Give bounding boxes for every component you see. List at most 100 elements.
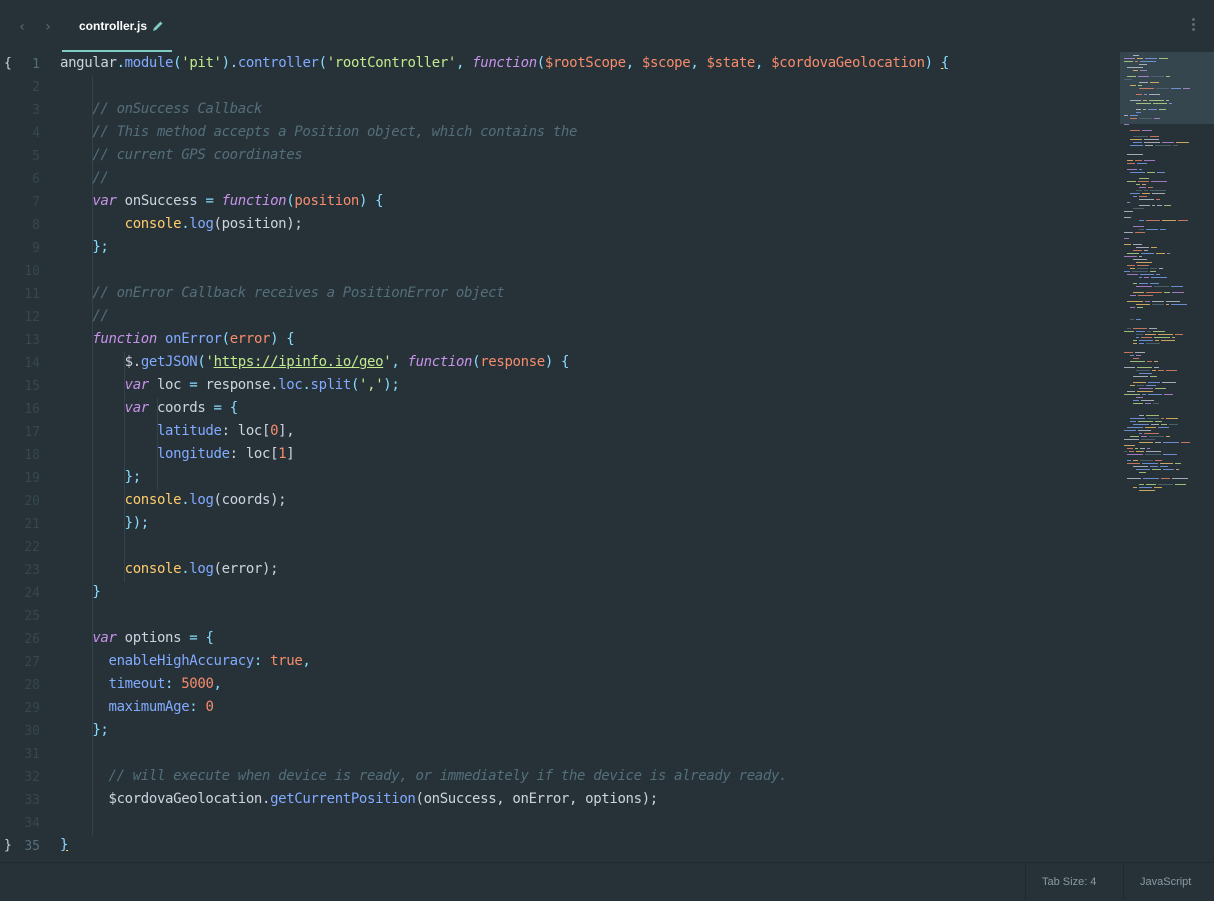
tab-filename: controller.js bbox=[79, 19, 148, 33]
code-token: 5000 bbox=[181, 676, 214, 692]
code-line[interactable]: 10 bbox=[0, 260, 1120, 283]
line-number: 1 bbox=[32, 57, 40, 72]
minimap-line bbox=[1133, 259, 1147, 260]
minimap-line bbox=[1151, 277, 1167, 278]
code-line[interactable]: 3 // onSuccess Callback bbox=[0, 99, 1120, 122]
code-line[interactable]: 32 // will execute when device is ready,… bbox=[0, 766, 1120, 789]
minimap-line bbox=[1136, 331, 1145, 332]
code-line[interactable]: 28 timeout: 5000, bbox=[0, 674, 1120, 697]
code-line[interactable]: 33 $cordovaGeolocation.getCurrentPositio… bbox=[0, 789, 1120, 812]
minimap-line bbox=[1130, 268, 1135, 269]
code-token: : bbox=[189, 699, 206, 715]
minimap-line bbox=[1141, 253, 1154, 254]
minimap-line bbox=[1127, 301, 1143, 302]
minimap-line bbox=[1133, 142, 1142, 143]
syntax-indicator[interactable]: JavaScript bbox=[1123, 863, 1207, 901]
minimap-line bbox=[1143, 478, 1159, 479]
code-line[interactable]: 29 maximumAge: 0 bbox=[0, 697, 1120, 720]
code-line[interactable]: 21 }); bbox=[0, 513, 1120, 536]
code-editor[interactable]: {1 angular.module('pit').controller('root… bbox=[0, 52, 1120, 862]
code-token: = bbox=[189, 377, 206, 393]
minimap-line bbox=[1147, 448, 1150, 449]
code-line[interactable]: 12 // bbox=[0, 306, 1120, 329]
code-token: function bbox=[407, 354, 473, 370]
code-line[interactable]: 14 $.getJSON('https://ipinfo.io/geo', fu… bbox=[0, 352, 1120, 375]
minimap-line bbox=[1130, 421, 1136, 422]
code-token: // bbox=[92, 308, 109, 324]
code-line[interactable]: 25 bbox=[0, 605, 1120, 628]
line-number: 25 bbox=[24, 609, 40, 624]
minimap-line bbox=[1144, 250, 1148, 251]
minimap-line bbox=[1141, 439, 1155, 440]
minimap-line bbox=[1139, 484, 1144, 485]
code-line[interactable]: 5 // current GPS coordinates bbox=[0, 145, 1120, 168]
code-line[interactable]: 11 // onError Callback receives a Positi… bbox=[0, 283, 1120, 306]
code-line[interactable]: {1 angular.module('pit').controller('root… bbox=[0, 53, 1120, 76]
tab-size-indicator[interactable]: Tab Size: 4 bbox=[1025, 863, 1112, 901]
code-line[interactable]: 9 }; bbox=[0, 237, 1120, 260]
chevron-right-icon[interactable]: › bbox=[41, 18, 55, 36]
code-line[interactable]: 20 console.log(coords); bbox=[0, 490, 1120, 513]
chevron-left-icon[interactable]: ‹ bbox=[15, 18, 29, 36]
minimap-line bbox=[1154, 361, 1158, 362]
minimap-line bbox=[1124, 244, 1131, 245]
code-line[interactable]: 6 // bbox=[0, 168, 1120, 191]
code-line[interactable]: 19 }; bbox=[0, 467, 1120, 490]
line-number: 14 bbox=[24, 356, 40, 371]
minimap-line bbox=[1148, 382, 1160, 383]
code-line[interactable]: 16 var coords = { bbox=[0, 398, 1120, 421]
code-token: . bbox=[302, 377, 311, 393]
code-text: // onSuccess Callback bbox=[60, 101, 262, 117]
minimap-line bbox=[1133, 424, 1149, 425]
minimap-line bbox=[1150, 271, 1156, 272]
line-number: 22 bbox=[24, 540, 40, 555]
code-line[interactable]: 15 var loc = response.loc.split(','); bbox=[0, 375, 1120, 398]
more-vertical-icon[interactable] bbox=[1185, 16, 1201, 38]
minimap-line bbox=[1146, 484, 1156, 485]
code-line[interactable]: 26 var options = { bbox=[0, 628, 1120, 651]
code-line[interactable]: 27 enableHighAccuracy: true, bbox=[0, 651, 1120, 674]
minimap[interactable] bbox=[1120, 52, 1214, 862]
code-line[interactable]: 34 bbox=[0, 812, 1120, 835]
code-token: split bbox=[310, 377, 352, 393]
code-token: // onError Callback receives a PositionE… bbox=[92, 285, 505, 301]
minimap-line bbox=[1130, 172, 1145, 173]
code-token: }; bbox=[124, 469, 142, 485]
code-line[interactable]: 31 bbox=[0, 743, 1120, 766]
code-token: ) { bbox=[359, 193, 384, 209]
code-line[interactable]: 7 var onSuccess = function(position) { bbox=[0, 191, 1120, 214]
minimap-line bbox=[1173, 145, 1178, 146]
code-line[interactable]: 23 console.log(error); bbox=[0, 559, 1120, 582]
code-line[interactable]: 30 }; bbox=[0, 720, 1120, 743]
minimap-line bbox=[1139, 343, 1144, 344]
minimap-line bbox=[1130, 130, 1140, 131]
minimap-line bbox=[1151, 424, 1159, 425]
minimap-line bbox=[1127, 454, 1143, 455]
code-line[interactable]: 4 // This method accepts a Position obje… bbox=[0, 122, 1120, 145]
code-line[interactable]: 8 console.log(position); bbox=[0, 214, 1120, 237]
minimap-line bbox=[1130, 145, 1143, 146]
code-line[interactable]: 13 function onError(error) { bbox=[0, 329, 1120, 352]
code-line[interactable]: } 35} bbox=[0, 835, 1120, 858]
code-line[interactable]: 24 } bbox=[0, 582, 1120, 605]
minimap-line bbox=[1137, 58, 1143, 59]
code-token: 'pit' bbox=[181, 55, 222, 71]
minimap-line bbox=[1130, 307, 1135, 308]
line-number: 7 bbox=[32, 195, 40, 210]
minimap-line bbox=[1156, 274, 1160, 275]
code-text: var options = { bbox=[60, 630, 214, 646]
tab-controller-js[interactable]: controller.js bbox=[62, 0, 174, 52]
minimap-line bbox=[1133, 487, 1137, 488]
minimap-line bbox=[1172, 337, 1175, 338]
minimap-line bbox=[1133, 208, 1144, 209]
code-line[interactable]: 18 longitude: loc[1] bbox=[0, 444, 1120, 467]
code-line[interactable]: 17 latitude: loc[0], bbox=[0, 421, 1120, 444]
code-line[interactable]: 2 bbox=[0, 76, 1120, 99]
minimap-line bbox=[1152, 301, 1164, 302]
code-line[interactable]: 22 bbox=[0, 536, 1120, 559]
